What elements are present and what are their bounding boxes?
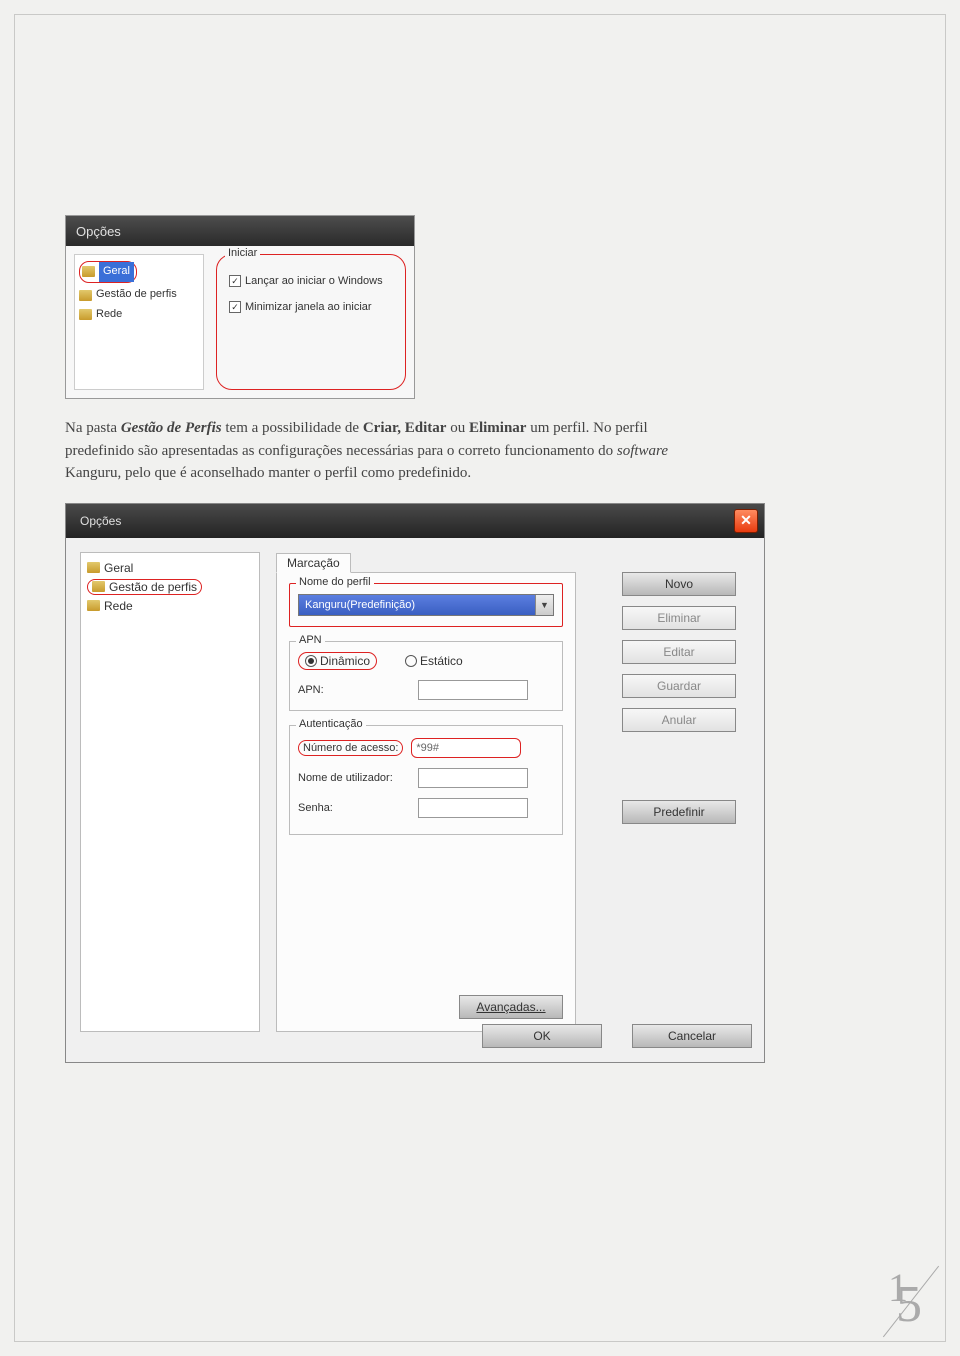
num-acesso-input[interactable]: *99# [411,738,521,758]
checkbox-launch-windows[interactable]: ✓ Lançar ao iniciar o Windows [229,275,397,287]
user-input[interactable] [418,768,528,788]
radio-icon [405,655,417,667]
fieldset-legend: Nome do perfil [296,576,374,588]
apn-input[interactable] [418,680,528,700]
close-icon: ✕ [740,512,752,529]
nav-tree-1: Geral Gestão de perfis Rede [74,254,204,390]
fieldset-nome-perfil: Nome do perfil Kanguru(Predefinição) ▼ [289,583,563,627]
side-buttons: Novo Eliminar Editar Guardar Anular Pred… [622,552,752,1050]
folder-icon [82,266,95,277]
tree-label: Rede [96,305,122,325]
checkbox-minimize-start[interactable]: ✓ Minimizar janela ao iniciar [229,301,397,313]
tree-item-gestao-perfis[interactable]: Gestão de perfis [87,579,202,595]
dropdown-value: Kanguru(Predefinição) [305,599,415,611]
fieldset-autenticacao: Autenticação Número de acesso: *99# Nome… [289,725,563,835]
eliminar-button[interactable]: Eliminar [622,606,736,630]
guardar-button[interactable]: Guardar [622,674,736,698]
tree-item-rede[interactable]: Rede [79,305,199,325]
folder-icon [92,581,105,592]
chevron-down-icon: ▼ [535,595,553,615]
radio-label: Estático [420,654,463,668]
num-acesso-label: Número de acesso: [298,740,403,756]
apn-label: APN: [298,684,410,696]
predefinir-button[interactable]: Predefinir [622,800,736,824]
screenshot-options-iniciar: Opções Geral Gestão de perfis Rede Inici… [65,215,415,399]
senha-input[interactable] [418,798,528,818]
checkbox-icon: ✓ [229,275,241,287]
fieldset-legend: Autenticação [296,718,366,730]
tree-item-geral[interactable]: Geral [79,261,137,283]
checkbox-label: Lançar ao iniciar o Windows [245,275,383,287]
radio-label: Dinâmico [320,654,370,668]
folder-icon [87,600,100,611]
tree-label: Geral [99,262,134,282]
folder-icon [79,309,92,320]
radio-icon [305,655,317,667]
nav-tree-2: Geral Gestão de perfis Rede [80,552,260,1032]
checkbox-icon: ✓ [229,301,241,313]
close-button[interactable]: ✕ [734,509,758,533]
checkbox-label: Minimizar janela ao iniciar [245,301,372,313]
anular-button[interactable]: Anular [622,708,736,732]
cancelar-button[interactable]: Cancelar [632,1024,752,1048]
tree-label: Geral [104,561,133,575]
fieldset-legend: Iniciar [225,247,260,259]
ok-button[interactable]: OK [482,1024,602,1048]
senha-label: Senha: [298,802,410,814]
tree-item-rede[interactable]: Rede [87,599,253,613]
page-number: 15 [880,1275,926,1334]
folder-icon [79,290,92,301]
window-titlebar-1: Opções [66,216,414,246]
fieldset-iniciar: Iniciar ✓ Lançar ao iniciar o Windows ✓ … [216,254,406,390]
radio-estatico[interactable]: Estático [405,654,463,668]
tree-item-gestao-perfis[interactable]: Gestão de perfis [79,285,199,305]
tree-label: Gestão de perfis [109,580,197,594]
tree-label: Gestão de perfis [96,285,177,305]
screenshot-options-perfis: Opções ✕ Geral Gestão de perfis [65,503,765,1063]
avancadas-button[interactable]: Avançadas... [459,995,563,1019]
user-label: Nome de utilizador: [298,772,410,784]
editar-button[interactable]: Editar [622,640,736,664]
fieldset-apn: APN Dinâmico Estático [289,641,563,711]
tree-item-geral[interactable]: Geral [87,561,253,575]
fieldset-legend: APN [296,634,325,646]
radio-dinamico[interactable]: Dinâmico [298,652,377,670]
tree-label: Rede [104,599,133,613]
window-titlebar-2: Opções ✕ [66,504,764,538]
title-text: Opções [76,224,121,239]
tab-panel-marcacao: Marcação Nome do perfil Kanguru(Predefin… [276,572,576,1032]
tab-marcacao[interactable]: Marcação [276,553,351,573]
description-paragraph: Na pasta Gestão de Perfis tem a possibil… [65,417,695,485]
profile-dropdown[interactable]: Kanguru(Predefinição) ▼ [298,594,554,616]
folder-icon [87,562,100,573]
novo-button[interactable]: Novo [622,572,736,596]
title-text: Opções [80,514,121,528]
